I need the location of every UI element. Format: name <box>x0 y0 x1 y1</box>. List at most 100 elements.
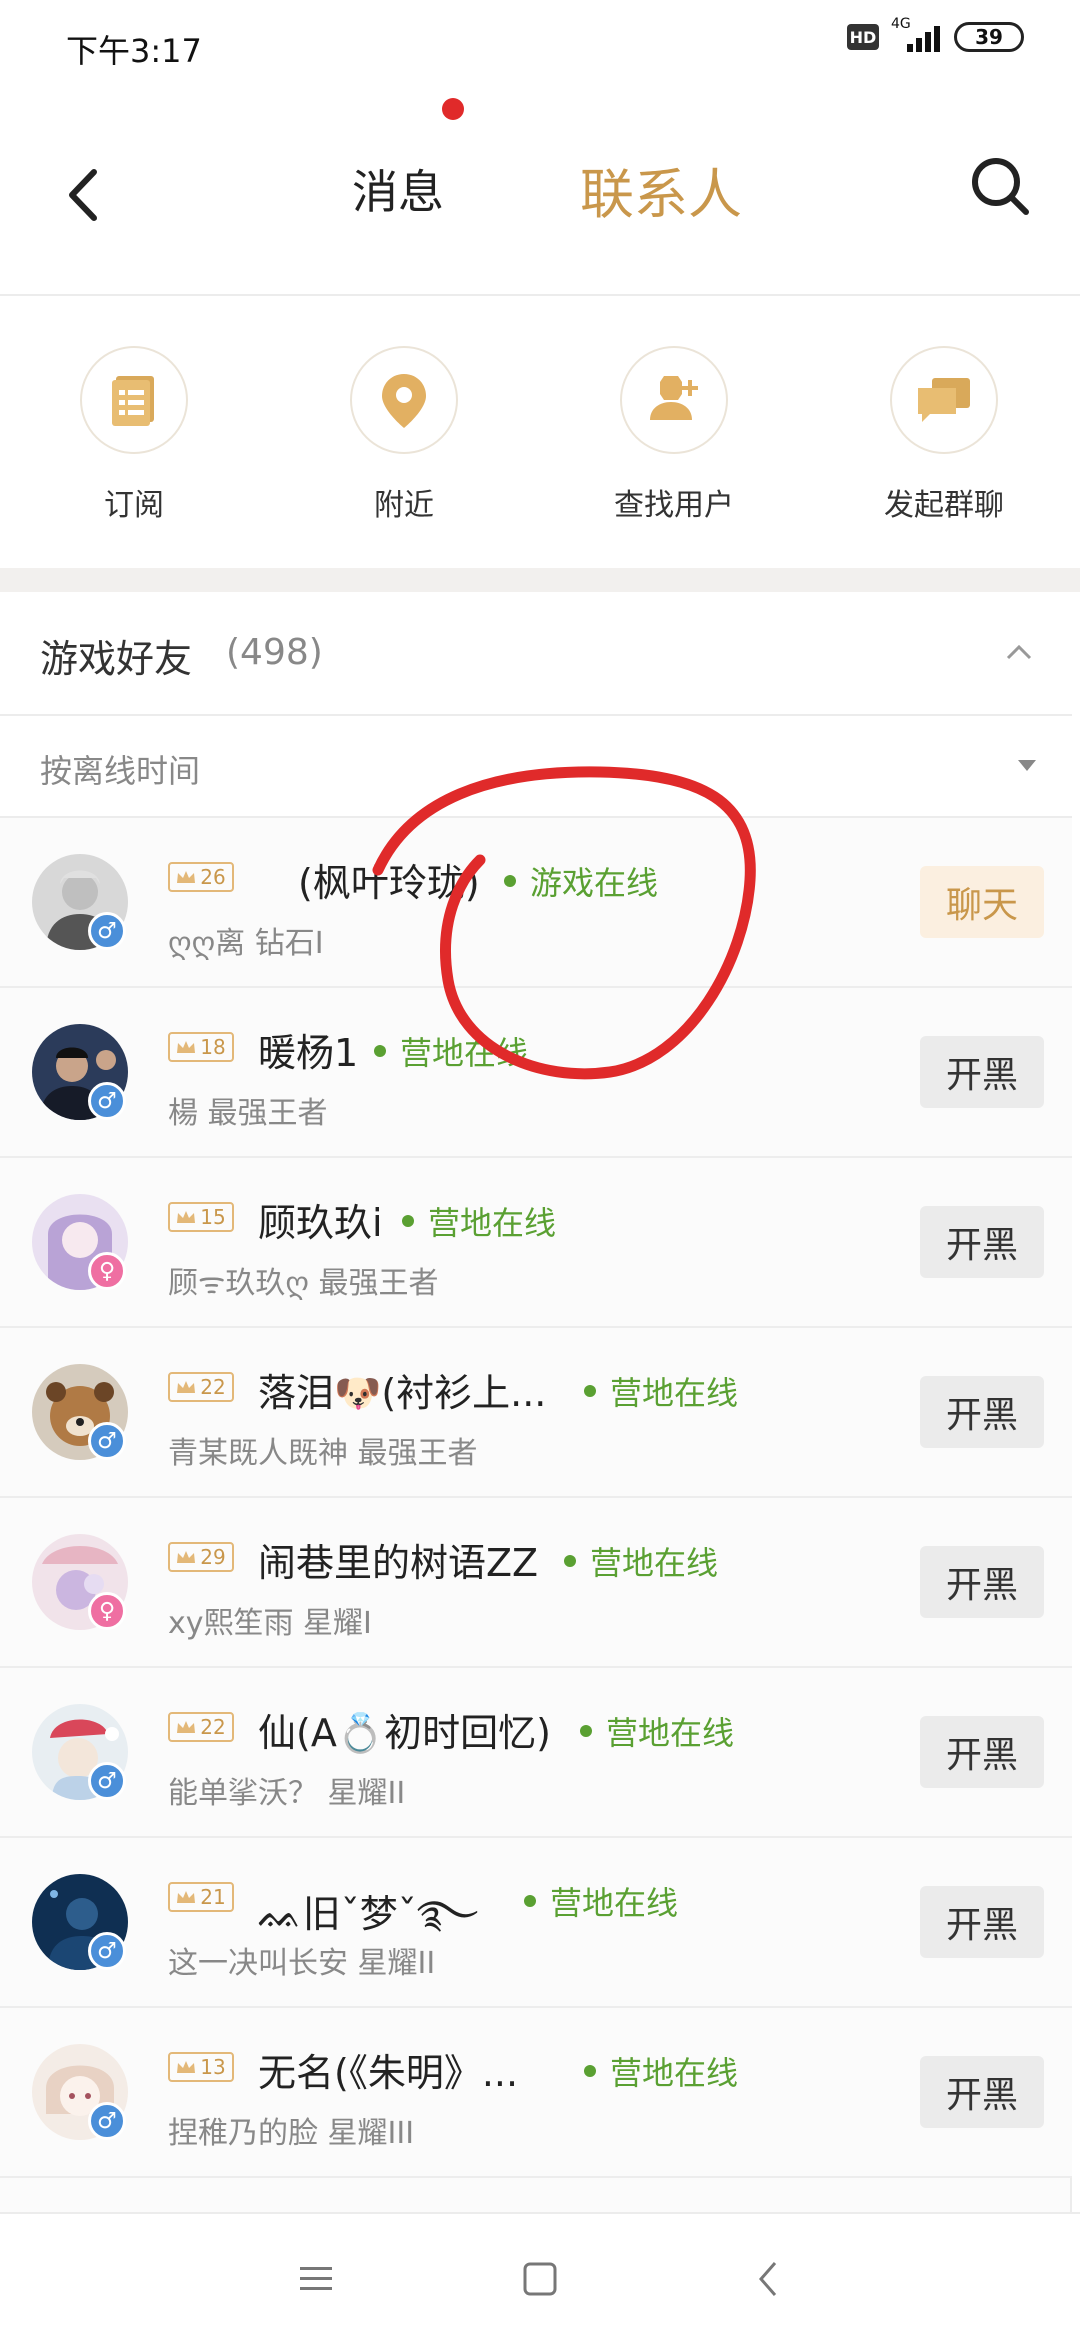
friend-name: 闹巷里的树语ZZ <box>258 1541 539 1585</box>
friend-name: 顾玖玖i <box>258 1201 383 1245</box>
online-status: 营地在线 <box>524 1878 678 1924</box>
status-time: 下午3:17 <box>66 32 202 70</box>
friend-subtitle: 顾ᯤ玖玖ღ 最强王者 <box>168 1266 439 1301</box>
crown-icon <box>177 1891 196 1903</box>
level-value: 22 <box>200 1715 226 1739</box>
sort-label: 按离线时间 <box>40 752 201 790</box>
level-badge: 13 <box>168 2052 234 2082</box>
online-status: 营地在线 <box>402 1198 556 1244</box>
level-value: 29 <box>200 1545 226 1569</box>
online-dot-icon <box>504 875 516 887</box>
male-gender-icon: ♂ <box>88 1422 126 1460</box>
online-status-text: 营地在线 <box>550 1884 679 1922</box>
location-pin-icon <box>350 346 458 454</box>
level-badge: 29 <box>168 1542 234 1572</box>
friend-row[interactable]: ♀ 29 闹巷里的树语ZZ 营地在线 xy熙笙雨 星耀I 开黑 <box>0 1498 1072 1668</box>
online-status: 营地在线 <box>584 1368 738 1414</box>
level-badge: 15 <box>168 1202 234 1232</box>
hd-icon: HD <box>847 24 879 50</box>
friends-section: 游戏好友 (498) 按离线时间 ♂ 26 (枫叶玲珑) 游戏在线 ღღ离 钻石… <box>0 592 1072 2212</box>
subscribe-list-icon <box>80 346 188 454</box>
friend-row[interactable]: ♂ 13 无名(《朱明》... 营地在线 捏稚乃的脸 星耀III 开黑 <box>0 2008 1072 2178</box>
system-navigation-bar <box>0 2212 1080 2340</box>
online-status: 游戏在线 <box>504 858 658 904</box>
friend-subtitle: xy熙笙雨 星耀I <box>168 1606 372 1641</box>
quick-action-find-user[interactable]: 查找用户 <box>574 346 774 536</box>
level-badge: 26 <box>168 862 234 892</box>
friend-name: (枫叶玲珑) <box>298 861 480 905</box>
online-dot-icon <box>584 1385 596 1397</box>
team-up-button[interactable]: 开黑 <box>920 1376 1044 1448</box>
quick-action-subscribe[interactable]: 订阅 <box>34 346 234 536</box>
unread-dot <box>442 98 464 120</box>
level-value: 21 <box>200 1885 226 1909</box>
home-icon[interactable] <box>510 2254 570 2304</box>
online-dot-icon <box>402 1215 414 1227</box>
level-value: 18 <box>200 1035 226 1059</box>
dropdown-caret-icon <box>1018 760 1036 771</box>
quick-action-label: 查找用户 <box>614 488 734 523</box>
online-status-text: 游戏在线 <box>530 864 659 902</box>
quick-action-label: 发起群聊 <box>884 488 1004 523</box>
crown-icon <box>177 1381 196 1393</box>
friend-subtitle: 这一决叫长安 星耀II <box>168 1946 436 1981</box>
online-dot-icon <box>580 1725 592 1737</box>
friend-row[interactable]: ♂ 26 (枫叶玲珑) 游戏在线 ღღ离 钻石I 聊天 <box>0 818 1072 988</box>
sort-dropdown[interactable]: 按离线时间 <box>0 716 1072 818</box>
level-badge: 21 <box>168 1882 234 1912</box>
friend-row[interactable]: ♀ 15 顾玖玖i 营地在线 顾ᯤ玖玖ღ 最强王者 开黑 <box>0 1158 1072 1328</box>
search-icon[interactable] <box>968 154 1032 218</box>
team-up-button[interactable]: 开黑 <box>920 2056 1044 2128</box>
male-gender-icon: ♂ <box>88 912 126 950</box>
crown-icon <box>177 1721 196 1733</box>
male-gender-icon: ♂ <box>88 1762 126 1800</box>
male-gender-icon: ♂ <box>88 1932 126 1970</box>
quick-action-label: 附近 <box>374 488 434 523</box>
crown-icon <box>177 1041 196 1053</box>
friend-list: ♂ 26 (枫叶玲珑) 游戏在线 ღღ离 钻石I 聊天 ♂ 18 暖杨1 营地在… <box>0 818 1072 2178</box>
online-status-text: 营地在线 <box>400 1034 529 1072</box>
team-up-button[interactable]: 开黑 <box>920 1206 1044 1278</box>
crown-icon <box>177 1551 196 1563</box>
chat-button[interactable]: 聊天 <box>920 866 1044 938</box>
chevron-up-icon[interactable] <box>1004 642 1034 662</box>
friend-row[interactable]: ♂ 18 暖杨1 营地在线 楊 最强王者 开黑 <box>0 988 1072 1158</box>
tab-messages[interactable]: 消息 <box>352 156 444 222</box>
friend-subtitle: ღღ离 钻石I <box>168 926 324 961</box>
friend-subtitle: 能单挲沃？ 星耀II <box>168 1776 406 1811</box>
quick-action-nearby[interactable]: 附近 <box>304 346 504 536</box>
status-icons: HD 4G 39 <box>847 16 1024 52</box>
online-status: 营地在线 <box>580 1708 734 1754</box>
level-badge: 18 <box>168 1032 234 1062</box>
team-up-button[interactable]: 开黑 <box>920 1546 1044 1618</box>
friend-subtitle: 捏稚乃的脸 星耀III <box>168 2116 415 2151</box>
level-value: 26 <box>200 865 226 889</box>
male-gender-icon: ♂ <box>88 1082 126 1120</box>
online-status-text: 营地在线 <box>610 2054 739 2092</box>
menu-icon[interactable] <box>286 2254 346 2304</box>
group-chat-icon <box>890 346 998 454</box>
crown-icon <box>177 1211 196 1223</box>
female-gender-icon: ♀ <box>88 1592 126 1630</box>
section-divider <box>0 568 1080 592</box>
friends-section-header[interactable]: 游戏好友 (498) <box>0 592 1072 716</box>
friend-row[interactable]: ♂ 22 落泪🐶(衬衫上... 营地在线 青某既人既神 最强王者 开黑 <box>0 1328 1072 1498</box>
friend-row[interactable]: ♂ 22 仙(A💍初时回忆) 营地在线 能单挲沃？ 星耀II 开黑 <box>0 1668 1072 1838</box>
team-up-button[interactable]: 开黑 <box>920 1886 1044 1958</box>
team-up-button[interactable]: 开黑 <box>920 1716 1044 1788</box>
online-status-text: 营地在线 <box>590 1544 719 1582</box>
crown-icon <box>177 2061 196 2073</box>
quick-action-group-chat[interactable]: 发起群聊 <box>844 346 1044 536</box>
friend-subtitle: 青某既人既神 最强王者 <box>168 1436 478 1471</box>
quick-actions: 订阅 附近 查找用户 发起群聊 <box>0 296 1080 568</box>
header: 消息 联系人 <box>0 72 1080 296</box>
back-nav-icon[interactable] <box>738 2254 798 2304</box>
status-bar: 下午3:17 HD 4G 39 <box>0 0 1080 72</box>
team-up-button[interactable]: 开黑 <box>920 1036 1044 1108</box>
tab-contacts[interactable]: 联系人 <box>580 150 742 229</box>
friend-row[interactable]: ♂ 21 ᨐ旧ˇ梦ˇ࿐ 营地在线 这一决叫长安 星耀II 开黑 <box>0 1838 1072 2008</box>
quick-action-label: 订阅 <box>104 488 164 523</box>
level-value: 13 <box>200 2055 226 2079</box>
back-icon[interactable] <box>62 160 106 230</box>
battery-icon: 39 <box>954 22 1024 52</box>
